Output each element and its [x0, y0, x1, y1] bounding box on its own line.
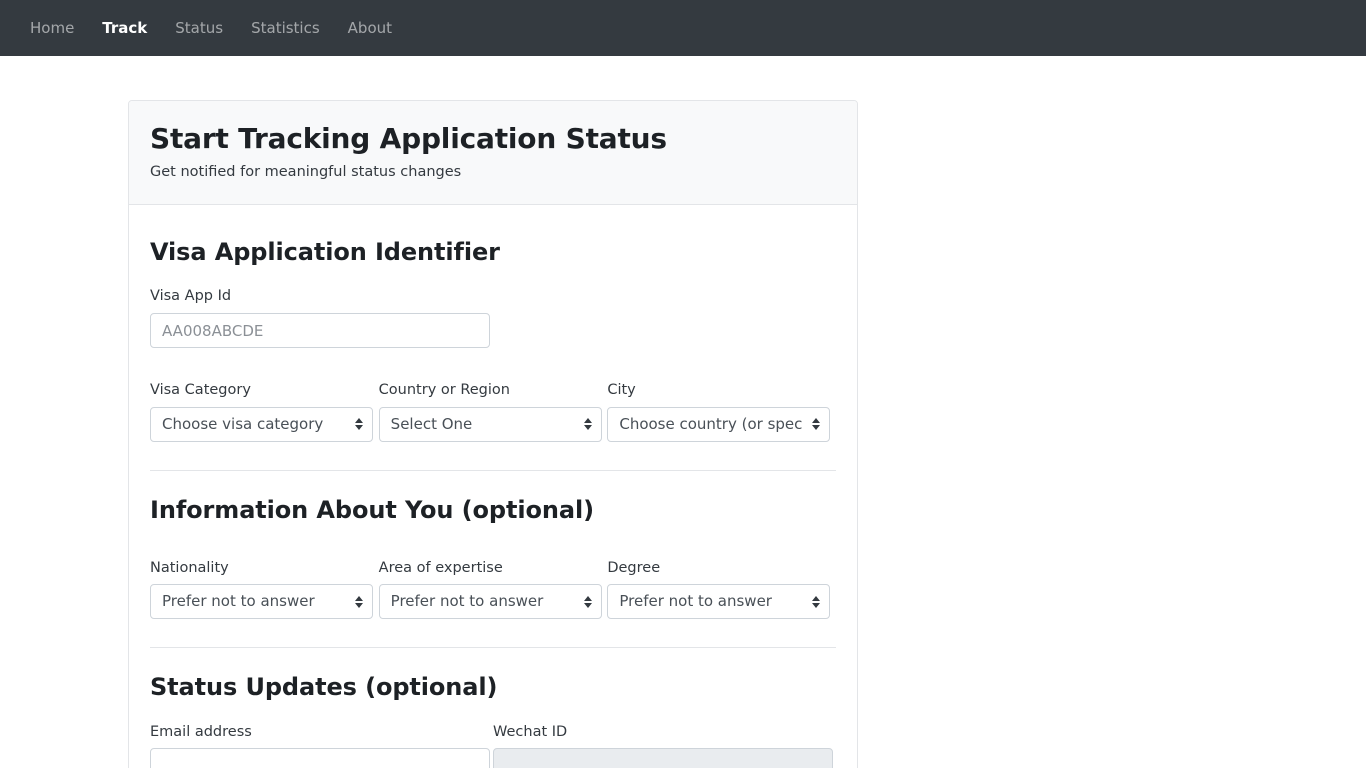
email-label: Email address — [150, 723, 252, 740]
nationality-label: Nationality — [150, 559, 229, 576]
section-heading-status-updates: Status Updates (optional) — [150, 673, 498, 702]
card-body: Visa Application Identifier Visa App Id … — [129, 205, 857, 768]
nav-item-home: Home — [16, 13, 88, 44]
nationality-group: Nationality Prefer not to answer — [150, 540, 379, 620]
degree-label: Degree — [607, 559, 661, 576]
area-of-expertise-group: Area of expertise Prefer not to answer — [378, 540, 608, 620]
page-title: Start Tracking Application Status — [150, 122, 667, 155]
degree-select-wrap: Prefer not to answer — [607, 584, 831, 620]
nav-list: Home Track Status Statistics About — [16, 13, 406, 44]
wechat-group: Wechat ID — [493, 704, 836, 768]
about-you-selects-row: Nationality Prefer not to answer Area of… — [150, 540, 836, 620]
nav-item-about: About — [334, 13, 406, 44]
city-group: City Choose country (or special region) … — [607, 362, 836, 442]
nav-link-status[interactable]: Status — [161, 13, 237, 44]
city-select[interactable]: Choose country (or special region) first — [607, 406, 831, 442]
area-of-expertise-select[interactable]: Prefer not to answer — [378, 584, 602, 620]
page-content: Start Tracking Application Status Get no… — [0, 56, 1366, 768]
section-heading-identifier: Visa Application Identifier — [150, 238, 500, 267]
visa-app-id-input[interactable] — [150, 313, 490, 349]
nav-link-about[interactable]: About — [334, 13, 406, 44]
section-heading-about-you: Information About You (optional) — [150, 495, 594, 524]
identifier-selects-row: Visa Category Choose visa category Count… — [150, 362, 836, 442]
visa-app-id-label: Visa App Id — [150, 288, 232, 305]
country-region-label: Country or Region — [378, 382, 510, 399]
country-region-select[interactable]: Select One — [378, 406, 602, 442]
nationality-select-wrap: Prefer not to answer — [150, 584, 373, 620]
nav-link-home[interactable]: Home — [16, 13, 88, 44]
section-divider-1 — [150, 469, 836, 471]
visa-app-id-group: Visa App Id — [150, 287, 490, 349]
visa-category-label: Visa Category — [150, 382, 251, 399]
visa-category-select-wrap: Choose visa category — [150, 406, 373, 442]
card-header: Start Tracking Application Status Get no… — [129, 101, 857, 206]
section-divider-2 — [150, 647, 836, 649]
nav-link-track[interactable]: Track — [88, 13, 161, 44]
visa-category-group: Visa Category Choose visa category — [150, 362, 379, 442]
city-select-wrap: Choose country (or special region) first — [607, 406, 831, 442]
nav-item-status: Status — [161, 13, 237, 44]
top-navbar: Home Track Status Statistics About — [0, 0, 1366, 56]
wechat-input[interactable] — [493, 748, 833, 768]
wechat-label: Wechat ID — [493, 723, 568, 740]
tracking-card: Start Tracking Application Status Get no… — [128, 100, 858, 768]
nav-link-statistics[interactable]: Statistics — [237, 13, 334, 44]
degree-select[interactable]: Prefer not to answer — [607, 584, 831, 620]
email-input[interactable] — [150, 748, 490, 768]
nationality-select[interactable]: Prefer not to answer — [150, 584, 373, 620]
nav-item-statistics: Statistics — [237, 13, 334, 44]
nav-item-track: Track — [88, 13, 161, 44]
area-of-expertise-label: Area of expertise — [378, 559, 503, 576]
area-of-expertise-select-wrap: Prefer not to answer — [378, 584, 602, 620]
city-label: City — [607, 382, 636, 399]
email-group: Email address — [150, 704, 493, 768]
country-region-select-wrap: Select One — [378, 406, 602, 442]
country-region-group: Country or Region Select One — [378, 362, 608, 442]
degree-group: Degree Prefer not to answer — [607, 540, 836, 620]
page-subtitle: Get notified for meaningful status chang… — [150, 164, 462, 180]
visa-category-select[interactable]: Choose visa category — [150, 406, 373, 442]
status-updates-row: Email address Wechat ID — [150, 704, 836, 768]
